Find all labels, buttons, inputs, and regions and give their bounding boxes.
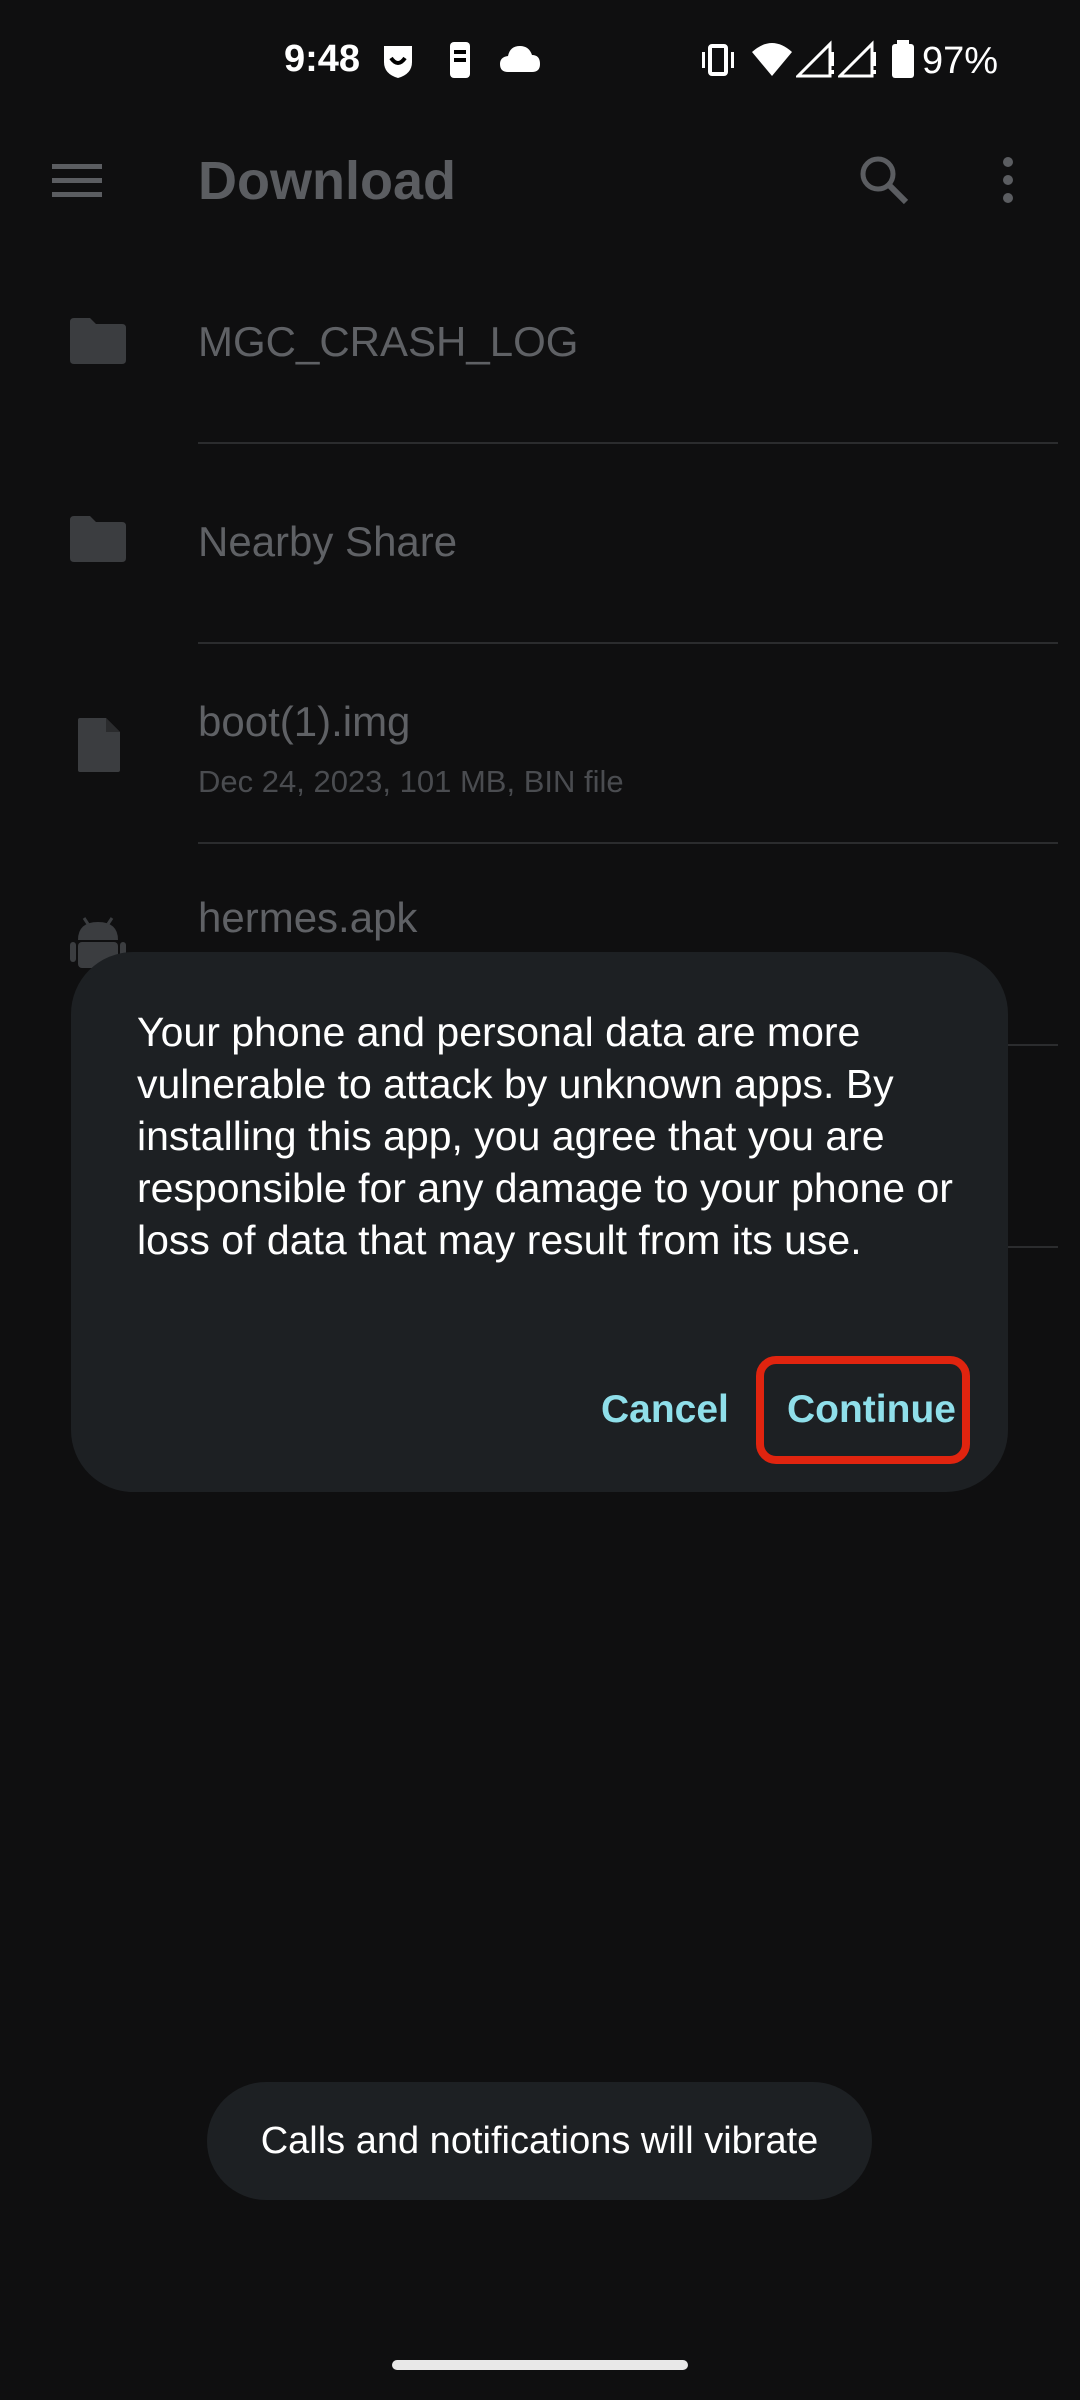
file-meta: Dec 24, 2023, 101 MB, BIN file	[198, 764, 624, 799]
signal-icon	[794, 40, 836, 80]
shield-notification-icon	[378, 40, 418, 80]
folder-icon	[68, 316, 128, 376]
file-icon	[76, 716, 136, 776]
folder-icon	[68, 514, 128, 574]
file-name: Nearby Share	[198, 518, 458, 565]
menu-icon[interactable]	[50, 160, 104, 200]
list-item[interactable]: boot(1).img Dec 24, 2023, 101 MB, BIN fi…	[0, 642, 1080, 842]
battery-percent: 97%	[922, 40, 999, 82]
list-item[interactable]: MGC_CRASH_LOG	[0, 240, 1080, 440]
status-time: 9:48	[284, 38, 361, 80]
file-name: MGC_CRASH_LOG	[198, 318, 579, 365]
screen: 9:48 97% Download MGC_CRASH_LOG Nearby S…	[0, 0, 1080, 2400]
wifi-icon	[750, 40, 792, 80]
more-vert-icon[interactable]	[988, 150, 1028, 210]
cloud-icon	[498, 40, 540, 80]
vibrate-icon	[698, 40, 738, 80]
battery-icon	[890, 40, 916, 80]
cancel-button[interactable]: Cancel	[601, 1388, 729, 1432]
file-name: hermes.apk	[198, 894, 418, 941]
dialog-message: Your phone and personal data are more vu…	[137, 1009, 953, 1263]
gesture-navigation-bar[interactable]	[392, 2360, 688, 2370]
signal-icon	[836, 40, 878, 80]
install-warning-dialog: Your phone and personal data are more vu…	[71, 952, 1008, 1492]
app-bar: Download	[0, 126, 1080, 236]
phone-notification-icon	[440, 40, 480, 80]
list-item[interactable]: Nearby Share	[0, 442, 1080, 642]
status-bar: 9:48 97%	[0, 0, 1080, 126]
search-icon[interactable]	[854, 150, 914, 210]
page-title: Download	[198, 151, 456, 211]
continue-button[interactable]: Continue	[787, 1388, 956, 1432]
toast-text: Calls and notifications will vibrate	[260, 2119, 819, 2162]
toast: Calls and notifications will vibrate	[207, 2082, 872, 2200]
file-name: boot(1).img	[198, 698, 411, 745]
